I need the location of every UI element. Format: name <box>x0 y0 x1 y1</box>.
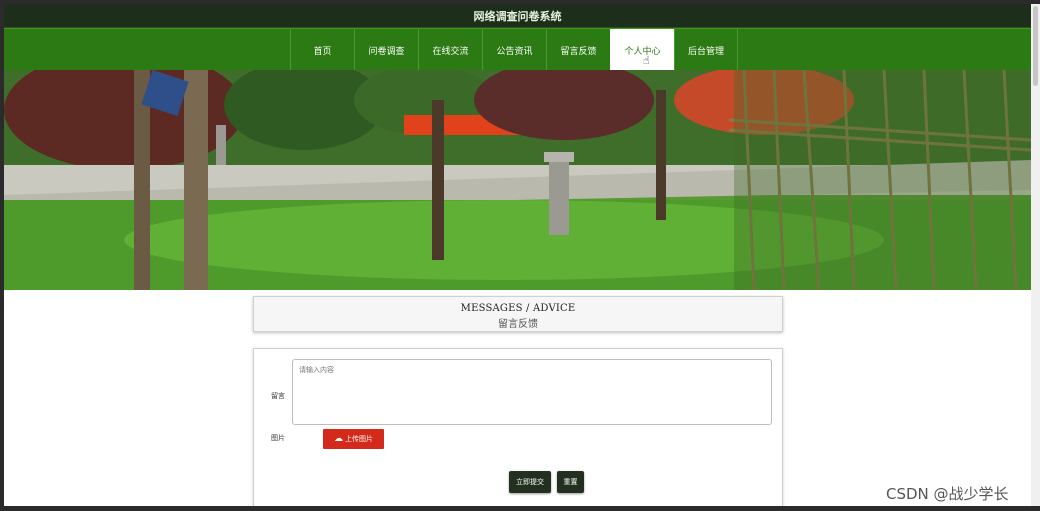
submit-button[interactable]: 立即提交 <box>509 471 551 493</box>
upload-image-button[interactable]: ☁ 上传图片 <box>323 429 384 449</box>
nav-item-admin[interactable]: 后台管理 <box>674 29 738 71</box>
scrollbar-thumb[interactable] <box>1033 6 1038 86</box>
nav-item-chat[interactable]: 在线交流 <box>418 29 482 71</box>
nav-item-survey[interactable]: 问卷调查 <box>354 29 418 71</box>
message-textarea[interactable] <box>292 359 772 425</box>
banner-image <box>4 70 1031 290</box>
main-nav: 首页 问卷调查 在线交流 公告资讯 留言反馈 个人中心 后台管理 <box>4 28 1031 71</box>
nav-item-home[interactable]: 首页 <box>290 29 354 71</box>
reset-button[interactable]: 重置 <box>557 471 584 493</box>
watermark: CSDN @战少学长 <box>886 485 1009 503</box>
cloud-upload-icon: ☁ <box>334 433 343 444</box>
nav-list: 首页 问卷调查 在线交流 公告资讯 留言反馈 个人中心 后台管理 <box>290 29 738 71</box>
nav-item-feedback[interactable]: 留言反馈 <box>546 29 610 71</box>
vertical-scrollbar[interactable] <box>1031 4 1040 506</box>
section-title-en: MESSAGES / ADVICE <box>460 303 576 314</box>
site-title: 网络调查问卷系统 <box>473 10 562 23</box>
top-bar: 网络调查问卷系统 <box>4 4 1031 28</box>
browser-viewport: 网络调查问卷系统 首页 问卷调查 在线交流 公告资讯 留言反馈 个人中心 后台管… <box>4 4 1031 506</box>
section-header: MESSAGES / ADVICE 留言反馈 <box>253 296 783 332</box>
mouse-pointer-icon: ☝ <box>643 54 650 67</box>
feedback-form: 留言 图片 ☁ 上传图片 立即提交 重置 <box>253 348 783 506</box>
image-label: 图片 <box>271 434 285 442</box>
upload-button-label: 上传图片 <box>345 435 373 443</box>
banner-carousel[interactable] <box>4 70 1031 290</box>
nav-item-profile[interactable]: 个人中心 <box>610 29 674 71</box>
message-label: 留言 <box>271 392 285 400</box>
section-title-cn: 留言反馈 <box>498 319 538 330</box>
nav-item-news[interactable]: 公告资讯 <box>482 29 546 71</box>
